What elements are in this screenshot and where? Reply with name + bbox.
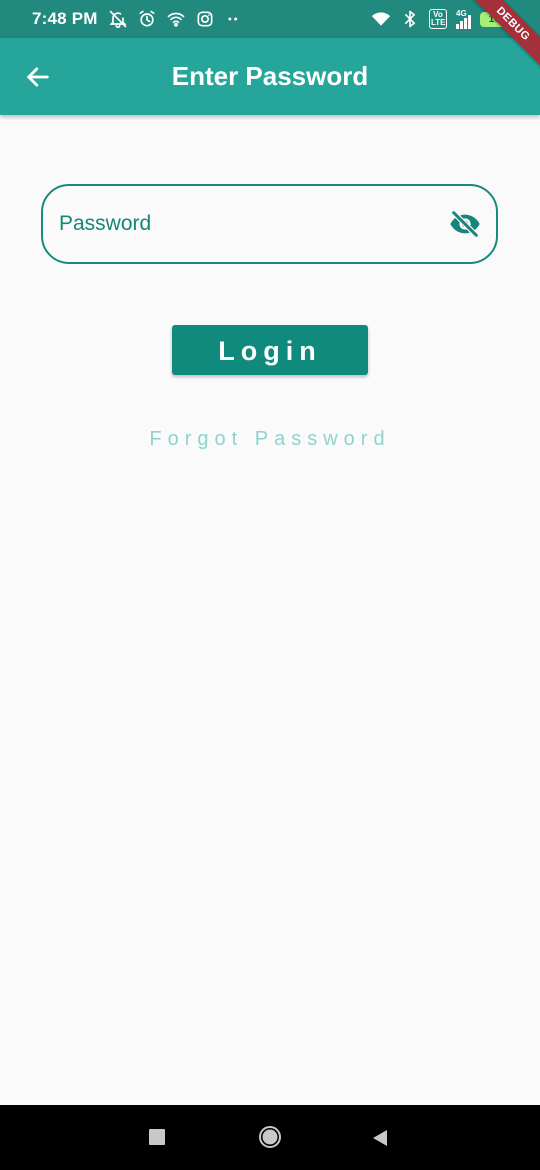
login-button[interactable]: Login [172, 325, 368, 375]
home-circle-icon [259, 1126, 281, 1148]
visibility-toggle-button[interactable] [449, 208, 481, 240]
status-left-icons [108, 9, 244, 29]
network-type: 4G [456, 9, 467, 18]
signal-4g-icon: 4G [456, 9, 471, 29]
instagram-icon [197, 11, 213, 27]
page-title: Enter Password [171, 61, 369, 91]
home-button[interactable] [258, 1125, 282, 1149]
debug-ribbon-container: DEBUG [470, 0, 540, 70]
bluetooth-icon [405, 10, 415, 28]
status-bar: 7:48 PM Vo LTE 4G 10 [0, 0, 540, 38]
wifi-icon [371, 12, 391, 26]
recent-apps-button[interactable] [149, 1129, 165, 1145]
wifi-hotspot-icon [167, 12, 184, 27]
visibility-off-icon [450, 210, 480, 238]
silent-bell-icon [108, 10, 127, 29]
back-button[interactable] [18, 57, 58, 97]
forgot-password-link[interactable]: Forgot Password [0, 428, 540, 451]
status-time: 7:48 PM [32, 9, 98, 28]
app-bar: Enter Password [0, 38, 540, 115]
back-triangle-icon [373, 1130, 387, 1146]
volte-icon: Vo LTE [429, 9, 447, 29]
password-label: Password [59, 212, 152, 235]
password-field[interactable]: Password [41, 184, 498, 264]
alarm-icon [139, 10, 155, 27]
arrow-back-icon [27, 67, 49, 87]
nav-back-button[interactable] [371, 1129, 389, 1147]
more-dots-icon [227, 17, 237, 21]
debug-banner: DEBUG [470, 0, 540, 70]
system-nav-bar [0, 1105, 540, 1170]
